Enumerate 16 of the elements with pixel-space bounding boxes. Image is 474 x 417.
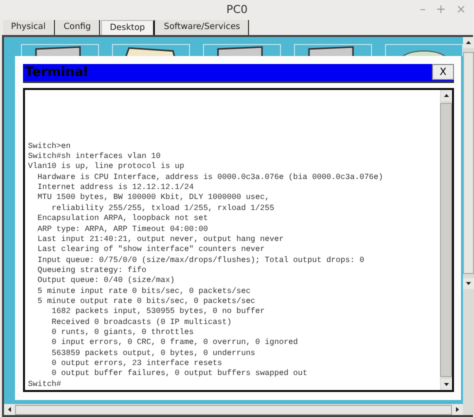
scrollbar[interactable] xyxy=(4,404,463,415)
close-button[interactable]: X xyxy=(432,64,454,80)
arrow-left-icon[interactable] xyxy=(4,404,15,415)
terminal-title: Terminal xyxy=(24,64,88,80)
tab[interactable]: Physical xyxy=(3,20,55,35)
arrow-up-icon[interactable] xyxy=(440,90,452,101)
arrow-down-icon[interactable] xyxy=(463,278,474,289)
tab[interactable]: Software/Services xyxy=(156,20,250,35)
window-title: PC0 xyxy=(226,3,248,16)
arrow-down-icon[interactable] xyxy=(440,379,452,390)
scrollbar[interactable] xyxy=(440,90,452,390)
tab[interactable]: Config xyxy=(56,20,100,35)
scrollbar[interactable] xyxy=(463,36,474,415)
arrow-right-icon[interactable] xyxy=(452,404,463,415)
arrow-up-icon[interactable] xyxy=(463,36,474,48)
tab[interactable]: Desktop xyxy=(100,20,155,35)
